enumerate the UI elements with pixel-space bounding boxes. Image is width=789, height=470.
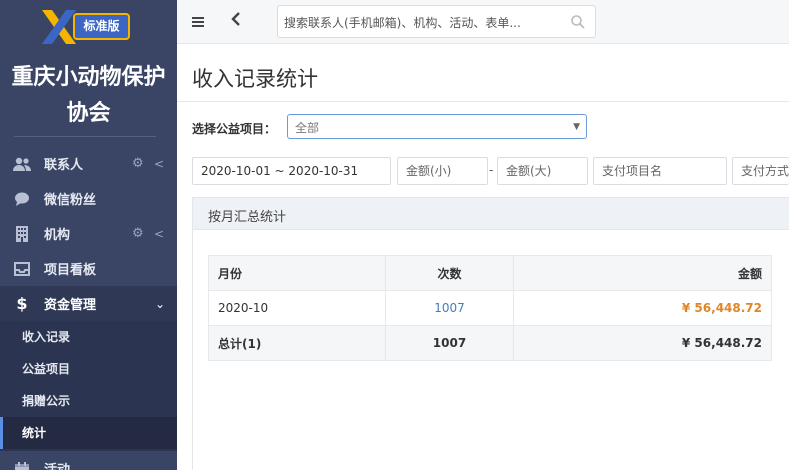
global-search-input[interactable]: 搜索联系人(手机邮箱)、机构、活动、表单... bbox=[277, 5, 596, 38]
cell-month: 2020-10 bbox=[208, 290, 386, 326]
monthly-summary-panel: 按月汇总统计 月份 次数 金额 2020-10 1007 ¥ 56,448.72… bbox=[192, 197, 789, 470]
edition-badge: 标准版 bbox=[73, 13, 130, 40]
table-header-row: 月份 次数 金额 bbox=[208, 255, 772, 291]
summary-table: 月份 次数 金额 2020-10 1007 ¥ 56,448.72 总计(1) … bbox=[208, 255, 772, 361]
amount-min-input[interactable]: 金额(小) bbox=[397, 157, 488, 185]
charity-project-select[interactable]: 全部 ▼ bbox=[287, 114, 587, 139]
sidebar-item-activities[interactable]: 活动 bbox=[0, 451, 177, 470]
pay-method-input[interactable]: 支付方式 bbox=[732, 157, 789, 185]
date-range-input[interactable]: 2020-10-01 ~ 2020-10-31 bbox=[192, 157, 391, 185]
submenu-item-income-records[interactable]: 收入记录 bbox=[0, 321, 177, 353]
column-header-month[interactable]: 月份 bbox=[208, 255, 386, 291]
title-divider bbox=[177, 101, 789, 102]
cell-amount: ¥ 56,448.72 bbox=[681, 301, 762, 315]
back-chevron-icon[interactable] bbox=[231, 11, 241, 31]
sidebar-item-fund-management[interactable]: $ 资金管理 ⌄ bbox=[0, 286, 177, 321]
amount-max-input[interactable]: 金额(大) bbox=[497, 157, 588, 185]
sidebar-item-label: 活动 bbox=[44, 459, 70, 470]
sidebar-item-project-board[interactable]: 项目看板 bbox=[0, 251, 177, 286]
page-title: 收入记录统计 bbox=[192, 67, 318, 91]
main-content: 收入记录统计 选择公益项目： 全部 ▼ 2020-10-01 ~ 2020-10… bbox=[177, 45, 789, 470]
total-label: 总计(1) bbox=[208, 325, 386, 361]
table-total-row: 总计(1) 1007 ¥ 56,448.72 bbox=[208, 325, 772, 361]
table-row: 2020-10 1007 ¥ 56,448.72 bbox=[208, 290, 772, 326]
sidebar-item-contacts[interactable]: 联系人 ⚙ < bbox=[0, 146, 177, 181]
sidebar: 标准版 重庆小动物保护 协会 联系人 ⚙ < 微信粉丝 机构 ⚙ < 项目看板 bbox=[0, 0, 177, 470]
search-placeholder: 搜索联系人(手机邮箱)、机构、活动、表单... bbox=[284, 16, 521, 30]
pay-item-name-input[interactable]: 支付项目名 bbox=[593, 157, 727, 185]
count-link[interactable]: 1007 bbox=[434, 301, 465, 315]
total-count: 1007 bbox=[385, 325, 514, 361]
select-value: 全部 bbox=[295, 121, 320, 135]
chevron-left-icon[interactable]: < bbox=[154, 227, 164, 241]
org-name: 重庆小动物保护 协会 bbox=[11, 65, 166, 126]
submenu-item-donation-disclosure[interactable]: 捐赠公示 bbox=[0, 385, 177, 417]
submenu-item-charity-projects[interactable]: 公益项目 bbox=[0, 353, 177, 385]
search-icon[interactable] bbox=[570, 14, 586, 30]
sidebar-item-organization[interactable]: 机构 ⚙ < bbox=[0, 216, 177, 251]
inbox-icon bbox=[12, 259, 32, 279]
sidebar-item-label: 项目看板 bbox=[44, 263, 97, 278]
chevron-down-icon[interactable]: ⌄ bbox=[155, 297, 165, 311]
fund-submenu: 收入记录 公益项目 捐赠公示 统计 活动 bbox=[0, 321, 177, 470]
dollar-icon: $ bbox=[16, 294, 28, 313]
topbar: 搜索联系人(手机邮箱)、机构、活动、表单... bbox=[177, 0, 789, 44]
submenu-item-statistics[interactable]: 统计 bbox=[0, 417, 177, 449]
sidebar-item-label: 微信粉丝 bbox=[44, 193, 97, 208]
total-amount: ¥ 56,448.72 bbox=[513, 325, 772, 361]
range-separator: - bbox=[489, 163, 494, 177]
sidebar-item-wechat-fans[interactable]: 微信粉丝 bbox=[0, 181, 177, 216]
sidebar-item-label: 联系人 bbox=[44, 158, 84, 173]
logo[interactable]: 标准版 bbox=[40, 8, 132, 46]
building-icon bbox=[12, 224, 32, 244]
panel-header: 按月汇总统计 bbox=[193, 198, 789, 230]
sidebar-item-label: 机构 bbox=[44, 228, 71, 243]
sidebar-item-label: 资金管理 bbox=[44, 298, 97, 313]
gear-icon[interactable]: ⚙ bbox=[132, 156, 144, 171]
gear-icon[interactable]: ⚙ bbox=[132, 226, 144, 241]
column-header-count[interactable]: 次数 bbox=[385, 255, 514, 291]
panel-title: 按月汇总统计 bbox=[208, 210, 287, 225]
project-filter-label: 选择公益项目： bbox=[192, 122, 277, 136]
wechat-icon bbox=[12, 189, 32, 209]
org-divider bbox=[14, 136, 156, 137]
calendar-icon bbox=[12, 459, 32, 470]
hamburger-menu-icon[interactable] bbox=[191, 12, 205, 32]
chevron-left-icon[interactable]: < bbox=[154, 157, 164, 171]
caret-down-icon: ▼ bbox=[573, 122, 580, 132]
contacts-icon bbox=[12, 154, 32, 174]
column-header-amount[interactable]: 金额 bbox=[513, 255, 772, 291]
